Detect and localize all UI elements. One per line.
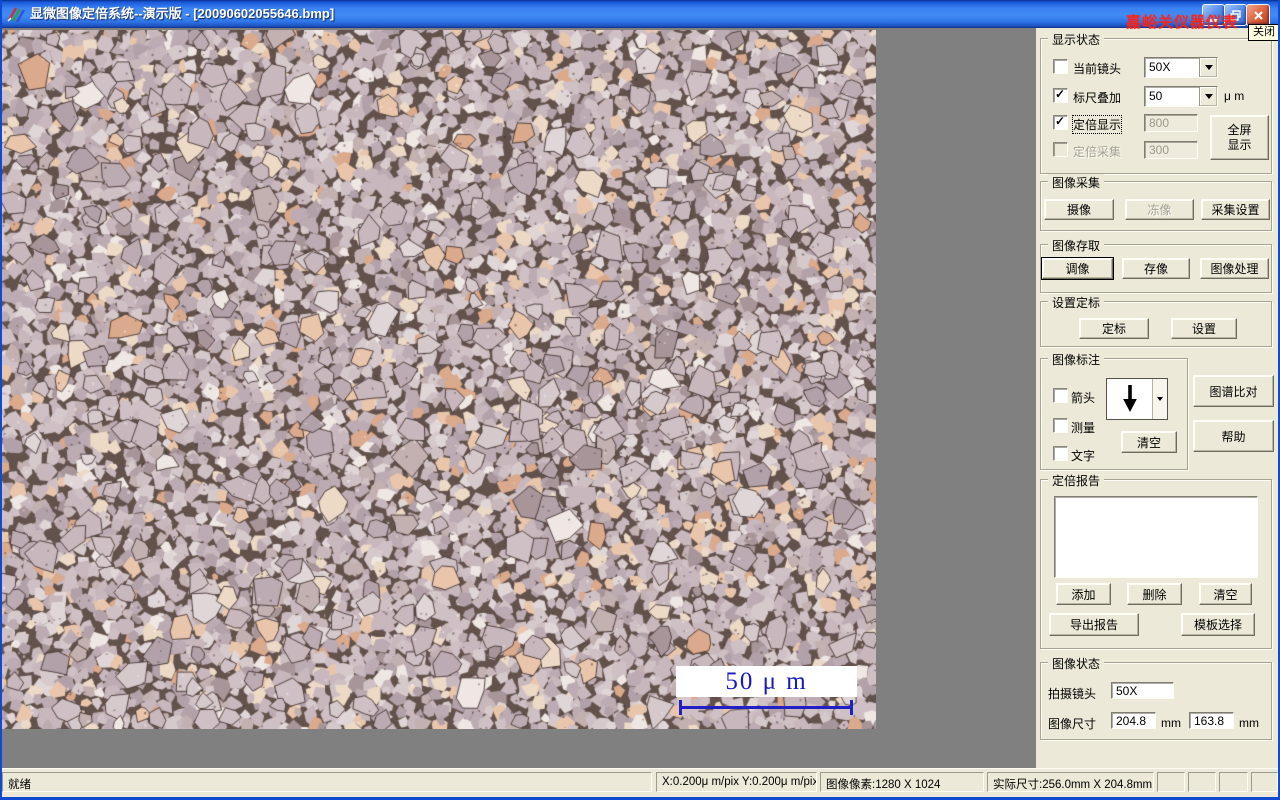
group-image-storage-title: 图像存取 — [1048, 237, 1105, 254]
group-report-title: 定倍报告 — [1048, 472, 1105, 489]
scale-overlay-checkbox[interactable] — [1053, 87, 1068, 103]
fixed-display-checkbox[interactable] — [1053, 114, 1068, 130]
image-height-field: 163.8 — [1189, 712, 1234, 729]
report-delete-button[interactable]: 删除 — [1127, 583, 1182, 605]
fullscreen-button-line1: 全屏 — [1227, 122, 1252, 137]
annotation-clear-button[interactable]: 清空 — [1121, 431, 1177, 453]
app-icon — [7, 7, 25, 23]
export-report-button[interactable]: 导出报告 — [1049, 613, 1139, 636]
statusbar-empty-cell — [1188, 772, 1216, 792]
measure-label: 测量 — [1071, 421, 1096, 435]
template-select-button[interactable]: 模板选择 — [1181, 613, 1255, 636]
capture-settings-button[interactable]: 采集设置 — [1201, 199, 1270, 220]
image-process-button[interactable]: 图像处理 — [1200, 258, 1269, 279]
fixed-capture-label: 定倍采集 — [1073, 145, 1122, 159]
arrow-style-picker[interactable] — [1106, 378, 1168, 420]
save-image-button[interactable]: 存像 — [1122, 258, 1190, 279]
fullscreen-button-line2: 显示 — [1227, 137, 1252, 152]
group-image-capture-title: 图像采集 — [1048, 174, 1105, 191]
statusbar-empty-cell — [1251, 772, 1278, 792]
load-image-button[interactable]: 调像 — [1042, 258, 1113, 279]
fixed-capture-field: 300 — [1144, 141, 1198, 159]
close-tooltip: 关闭 — [1248, 24, 1280, 41]
statusbar-empty-cell — [1219, 772, 1248, 792]
current-lens-checkbox[interactable] — [1053, 59, 1068, 74]
scale-overlay-label: 标尺叠加 — [1073, 91, 1122, 105]
report-add-button[interactable]: 添加 — [1056, 583, 1111, 605]
scale-dropdown-button[interactable] — [1199, 87, 1217, 106]
statusbar-actual-size: 实际尺寸:256.0mm X 204.8mm — [987, 772, 1154, 792]
arrow-style-preview — [1107, 379, 1152, 419]
fixed-capture-checkbox — [1053, 142, 1068, 157]
fixed-display-label: 定倍显示 — [1071, 115, 1123, 134]
title-bar: 显微图像定倍系统--演示版 - [20090602055646.bmp] — [0, 0, 1280, 28]
arrow-checkbox[interactable] — [1053, 388, 1068, 403]
window-title: 显微图像定倍系统--演示版 - [20090602055646.bmp] — [30, 6, 335, 21]
report-clear-button[interactable]: 清空 — [1199, 583, 1252, 605]
help-button[interactable]: 帮助 — [1193, 420, 1274, 452]
micrograph-image — [2, 30, 876, 729]
micrograph-viewport: 50 μ m — [2, 30, 876, 729]
shoot-lens-field: 50X — [1111, 682, 1174, 699]
calibration-settings-button[interactable]: 设置 — [1171, 318, 1237, 339]
calibrate-button[interactable]: 定标 — [1079, 318, 1149, 339]
chevron-down-icon — [1204, 94, 1213, 99]
text-checkbox[interactable] — [1053, 446, 1068, 461]
group-calibration-title: 设置定标 — [1048, 294, 1105, 311]
status-bar: 就绪 X:0.200μ m/pix Y:0.200μ m/pix 图像像素:12… — [0, 768, 1280, 798]
atlas-compare-button[interactable]: 图谱比对 — [1193, 375, 1274, 407]
arrow-label: 箭头 — [1071, 391, 1096, 405]
shoot-lens-label: 拍摄镜头 — [1048, 687, 1097, 701]
report-listbox[interactable] — [1054, 496, 1258, 578]
image-height-unit: mm — [1239, 716, 1259, 730]
freeze-button: 冻像 — [1125, 199, 1194, 220]
chevron-down-icon — [1204, 65, 1213, 70]
arrow-style-dropdown-button[interactable] — [1152, 379, 1167, 419]
image-width-field: 204.8 — [1111, 712, 1156, 729]
scalebar-line — [679, 700, 853, 715]
capture-button[interactable]: 摄像 — [1044, 199, 1114, 220]
down-arrow-icon — [1122, 385, 1137, 412]
statusbar-image-pixels: 图像像素:1280 X 1024 — [820, 772, 984, 792]
fullscreen-button[interactable]: 全屏 显示 — [1210, 115, 1269, 160]
fixed-display-field: 800 — [1144, 114, 1198, 132]
scalebar-label-box: 50 μ m — [676, 666, 857, 697]
measure-checkbox[interactable] — [1053, 418, 1068, 433]
scale-value-combobox[interactable]: 50 — [1144, 86, 1218, 107]
statusbar-empty-cell — [1157, 772, 1185, 792]
close-button[interactable] — [1246, 4, 1270, 26]
image-width-unit: mm — [1161, 716, 1181, 730]
current-lens-value: 50X — [1149, 60, 1171, 74]
text-label: 文字 — [1071, 449, 1096, 463]
image-size-label: 图像尺寸 — [1048, 717, 1097, 731]
group-image-status-title: 图像状态 — [1048, 655, 1105, 672]
group-annotation-title: 图像标注 — [1048, 351, 1105, 368]
scale-unit-label: μ m — [1224, 89, 1245, 103]
current-lens-combobox[interactable]: 50X — [1144, 57, 1218, 78]
scalebar-text: 50 μ m — [725, 667, 808, 695]
vendor-watermark: 嘉峪关仪器仪表 — [1126, 14, 1239, 31]
current-lens-dropdown-button[interactable] — [1199, 58, 1217, 77]
chevron-down-icon — [1157, 397, 1163, 401]
current-lens-label: 当前镜头 — [1073, 62, 1122, 76]
group-display-status-title: 显示状态 — [1048, 31, 1105, 48]
scale-value: 50 — [1149, 89, 1163, 103]
statusbar-ready: 就绪 — [2, 772, 652, 792]
group-calibration: 设置 定标 — [1040, 294, 1272, 347]
close-icon — [1253, 10, 1263, 20]
statusbar-pixel-scale: X:0.200μ m/pix Y:0.200μ m/pix — [656, 772, 817, 792]
